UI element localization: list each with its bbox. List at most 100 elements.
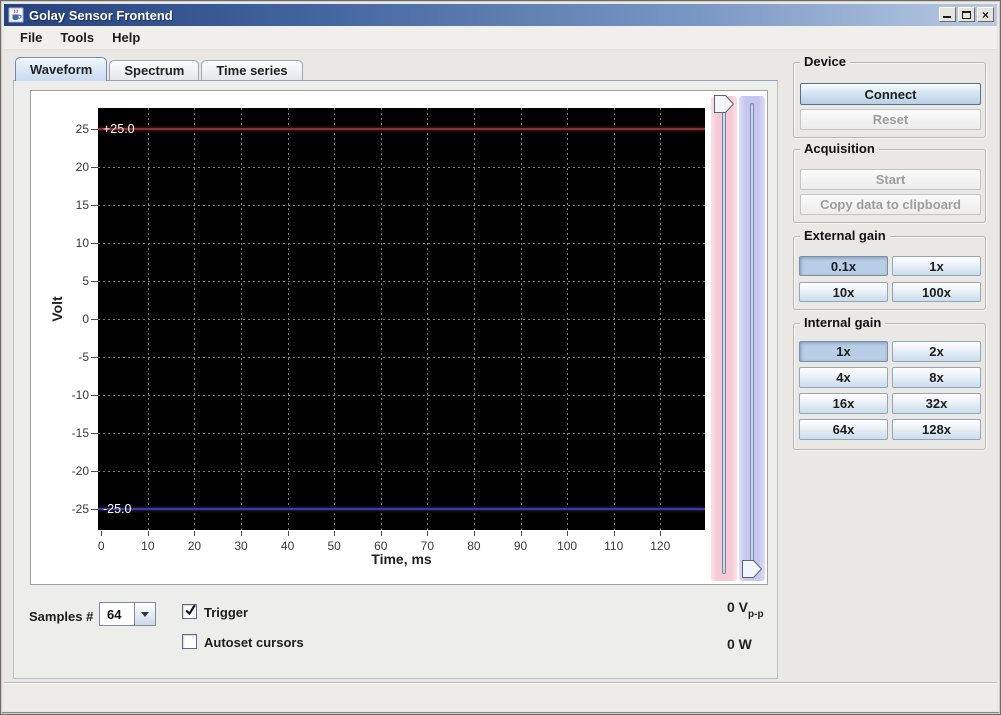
internal-gain-128x-button[interactable]: 128x: [892, 419, 981, 440]
upper-cursor-slider-groove[interactable]: [722, 103, 726, 574]
close-button[interactable]: ×: [977, 7, 994, 22]
check-icon: [183, 603, 198, 618]
java-cup-icon: [8, 7, 24, 23]
v-gridline: [474, 108, 475, 530]
y-tick-label: -15: [31, 426, 89, 440]
x-tick-mark: [288, 531, 289, 536]
y-tick-mark: [91, 129, 98, 130]
tab-spectrum[interactable]: Spectrum: [109, 60, 199, 81]
y-tick-label: 0: [31, 312, 89, 326]
internal-gain-1x-button[interactable]: 1x: [799, 341, 888, 362]
minimize-icon: [943, 16, 951, 18]
status-bar: [4, 682, 997, 711]
y-tick-label: -25: [31, 502, 89, 516]
maximize-icon: [962, 11, 971, 19]
internal-gain-4x-button[interactable]: 4x: [799, 367, 888, 388]
waveform-tab-panel: +25.0-25.0 Volt Time, ms -25-20-15-10-50…: [13, 80, 778, 679]
y-tick-label: 20: [31, 160, 89, 174]
upper-cursor-slider[interactable]: [711, 96, 737, 581]
lower-cursor-slider[interactable]: [739, 96, 765, 581]
menu-tools[interactable]: Tools: [51, 27, 103, 48]
plot-area: +25.0 -25.0: [98, 108, 705, 530]
internal-gain-group: Internal gain 1x 2x 4x 8x 16x 32x 64x 12…: [793, 323, 986, 450]
internal-gain-16x-button[interactable]: 16x: [799, 393, 888, 414]
x-tick-label: 10: [128, 539, 168, 553]
v-gridline: [521, 108, 522, 530]
connect-button[interactable]: Connect: [800, 83, 981, 105]
y-tick-label: -5: [31, 350, 89, 364]
acquisition-group-title: Acquisition: [800, 141, 879, 156]
menu-file[interactable]: File: [11, 27, 51, 48]
trigger-label: Trigger: [204, 605, 248, 620]
x-axis-label: Time, ms: [98, 551, 705, 567]
tab-waveform[interactable]: Waveform: [15, 57, 107, 81]
autoset-cursors-checkbox[interactable]: [182, 634, 197, 649]
x-tick-label: 90: [501, 539, 541, 553]
v-gridline: [381, 108, 382, 530]
samples-dropdown-button[interactable]: [134, 603, 155, 625]
copy-data-button[interactable]: Copy data to clipboard: [800, 194, 981, 215]
x-tick-mark: [521, 531, 522, 536]
y-tick-label: 5: [31, 274, 89, 288]
y-tick-label: 15: [31, 198, 89, 212]
close-icon: ×: [982, 10, 989, 20]
y-tick-mark: [91, 281, 98, 282]
lower-cursor-label: -25.0: [103, 502, 132, 516]
upper-cursor-slider-thumb[interactable]: [712, 94, 736, 114]
lower-cursor-line: [98, 508, 705, 510]
x-tick-mark: [334, 531, 335, 536]
power-readout: 0 W: [727, 636, 752, 652]
chevron-down-icon: [141, 612, 149, 617]
reset-button[interactable]: Reset: [800, 109, 981, 130]
x-tick-label: 0: [81, 539, 121, 553]
v-gridline: [288, 108, 289, 530]
x-tick-label: 60: [361, 539, 401, 553]
device-group-title: Device: [800, 54, 850, 69]
vpp-readout: 0 Vp-p: [727, 599, 764, 620]
v-gridline: [334, 108, 335, 530]
internal-gain-2x-button[interactable]: 2x: [892, 341, 981, 362]
x-tick-mark: [614, 531, 615, 536]
y-tick-mark: [91, 395, 98, 396]
minimize-button[interactable]: [939, 7, 956, 22]
samples-value: 64: [100, 603, 134, 625]
internal-gain-32x-button[interactable]: 32x: [892, 393, 981, 414]
v-gridline: [427, 108, 428, 530]
lower-cursor-slider-groove[interactable]: [750, 103, 754, 574]
internal-gain-8x-button[interactable]: 8x: [892, 367, 981, 388]
start-button[interactable]: Start: [800, 169, 981, 190]
x-tick-mark: [241, 531, 242, 536]
y-tick-mark: [91, 357, 98, 358]
x-tick-label: 100: [547, 539, 587, 553]
trigger-checkbox[interactable]: [182, 604, 197, 619]
upper-cursor-label: +25.0: [103, 122, 135, 136]
external-gain-0.1x-button[interactable]: 0.1x: [799, 256, 888, 276]
x-tick-mark: [660, 531, 661, 536]
x-tick-mark: [567, 531, 568, 536]
x-tick-mark: [381, 531, 382, 536]
internal-gain-64x-button[interactable]: 64x: [799, 419, 888, 440]
y-tick-label: -10: [31, 388, 89, 402]
tab-time-series[interactable]: Time series: [201, 60, 302, 81]
external-gain-100x-button[interactable]: 100x: [892, 282, 981, 302]
lower-cursor-slider-thumb[interactable]: [740, 559, 764, 579]
v-gridline: [241, 108, 242, 530]
window-title: Golay Sensor Frontend: [29, 8, 173, 23]
external-gain-group: External gain 0.1x 1x 10x 100x: [793, 236, 986, 310]
samples-combobox[interactable]: 64: [99, 602, 156, 626]
v-gridline: [660, 108, 661, 530]
external-gain-10x-button[interactable]: 10x: [799, 282, 888, 302]
vpp-subscript: p-p: [748, 609, 764, 620]
maximize-button[interactable]: [958, 7, 975, 22]
chart-panel: +25.0-25.0 Volt Time, ms -25-20-15-10-50…: [30, 90, 768, 585]
y-tick-label: -20: [31, 464, 89, 478]
app-window: Golay Sensor Frontend × File Tools Help …: [0, 0, 1001, 715]
x-tick-mark: [427, 531, 428, 536]
y-tick-mark: [91, 509, 98, 510]
internal-gain-group-title: Internal gain: [800, 315, 885, 330]
menu-help[interactable]: Help: [103, 27, 149, 48]
x-tick-label: 30: [221, 539, 261, 553]
x-tick-mark: [194, 531, 195, 536]
x-tick-label: 120: [640, 539, 680, 553]
external-gain-1x-button[interactable]: 1x: [892, 256, 981, 276]
